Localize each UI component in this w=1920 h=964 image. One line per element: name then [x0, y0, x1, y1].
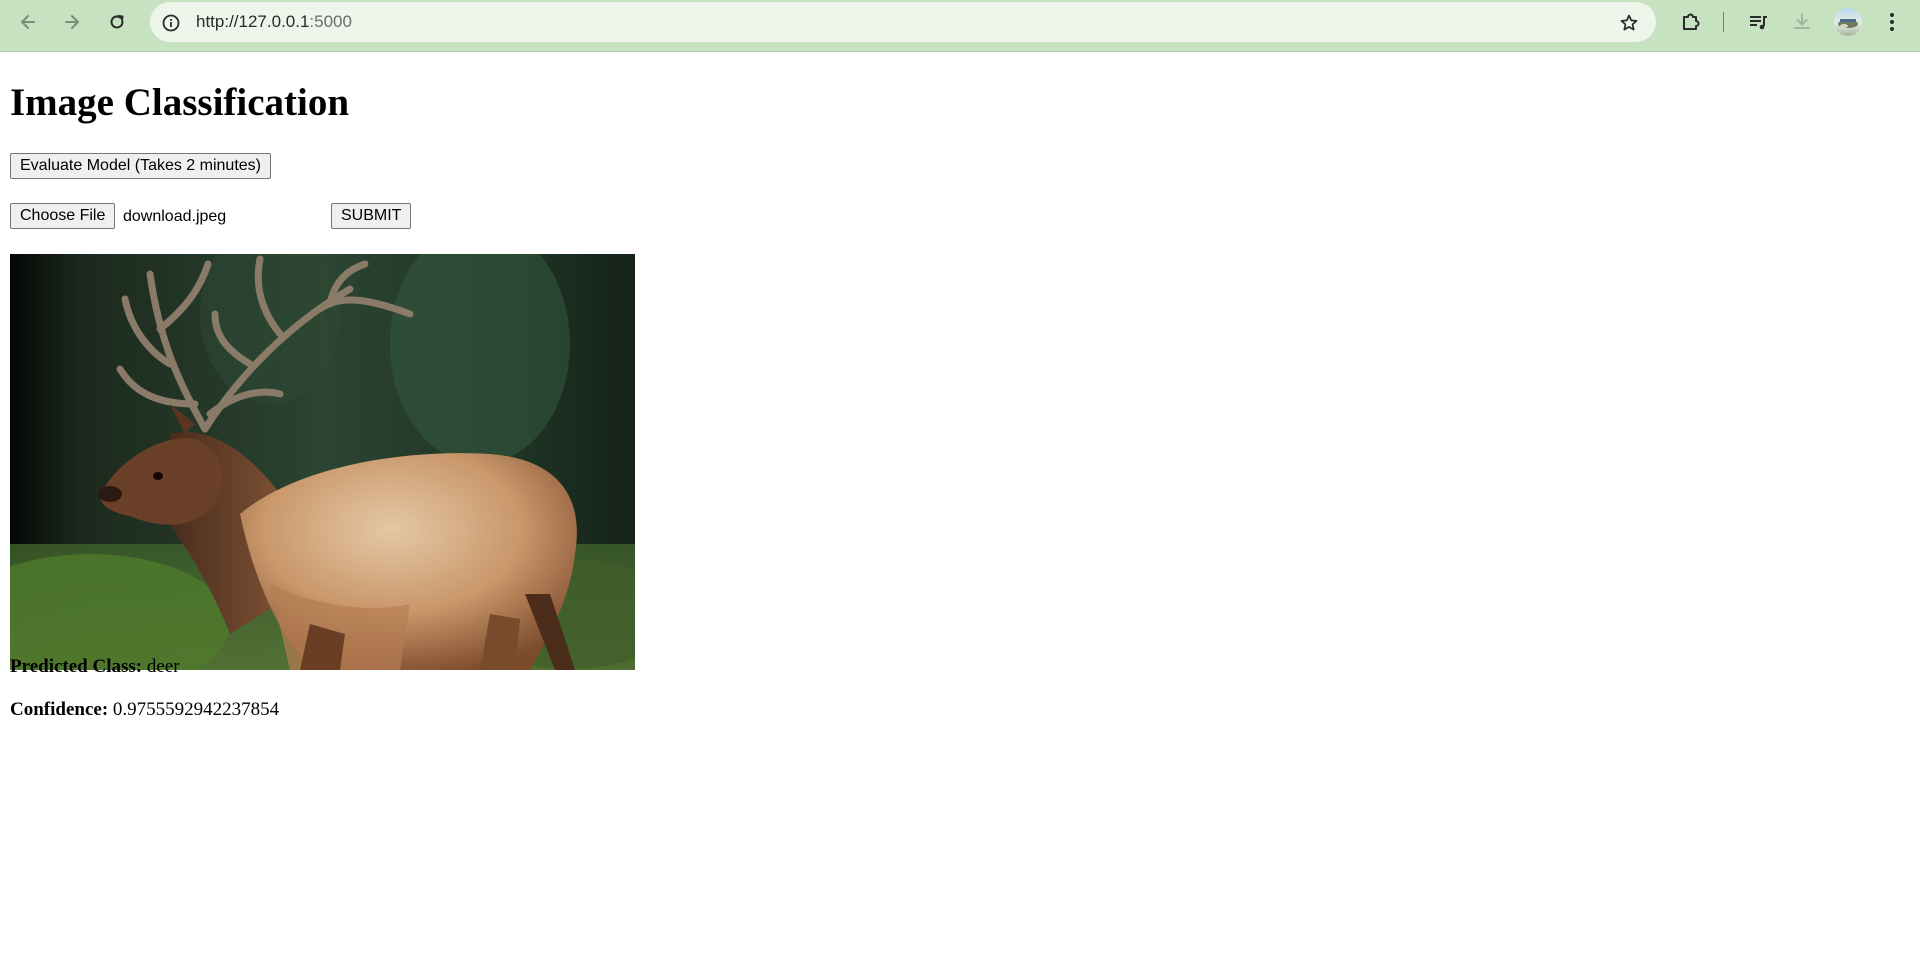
confidence-value: 0.9755592942237854 — [112, 699, 280, 720]
browser-toolbar: http://127.0.0.1:5000 — [0, 0, 1920, 52]
avatar-image — [1838, 19, 1858, 28]
elk-photo — [10, 254, 635, 670]
submit-button[interactable]: SUBMIT — [331, 203, 412, 229]
bookmark-button[interactable] — [1616, 10, 1642, 36]
avatar[interactable] — [1834, 8, 1862, 36]
url-text[interactable]: http://127.0.0.1:5000 — [196, 2, 352, 42]
page-title: Image Classification — [10, 81, 350, 124]
toolbar-divider — [1723, 12, 1724, 32]
media-button[interactable] — [1744, 8, 1772, 36]
arrow-right-icon — [65, 15, 79, 29]
evaluate-model-button[interactable]: Evaluate Model (Takes 2 minutes) — [10, 153, 271, 179]
info-icon — [162, 14, 180, 32]
predicted-class-label: Predicted Class: — [10, 656, 143, 677]
back-button[interactable] — [12, 6, 44, 38]
extensions-button[interactable] — [1677, 8, 1705, 36]
reload-button[interactable] — [101, 6, 133, 38]
confidence-row: Confidence: 0.9755592942237854 — [10, 699, 279, 721]
browser-menu-button[interactable] — [1878, 8, 1906, 36]
choose-file-button[interactable]: Choose File — [10, 203, 116, 229]
url-host: http://127.0.0.1 — [196, 12, 310, 31]
playlist-music-icon — [1750, 16, 1767, 30]
puzzle-icon — [1683, 13, 1700, 30]
reload-icon — [110, 15, 124, 29]
address-bar[interactable]: http://127.0.0.1:5000 — [150, 2, 1656, 42]
downloads-button[interactable] — [1788, 8, 1816, 36]
uploaded-image — [10, 254, 635, 670]
url-port: :5000 — [309, 12, 352, 31]
download-icon — [1794, 13, 1810, 29]
star-icon — [1620, 14, 1638, 31]
predicted-class-value: deer — [146, 656, 180, 677]
kebab-menu-icon — [1890, 13, 1894, 31]
selected-file-name: download.jpeg — [123, 208, 227, 225]
arrow-left-icon — [21, 15, 35, 29]
site-info-button[interactable] — [158, 10, 184, 36]
predicted-class-row: Predicted Class: deer — [10, 656, 180, 678]
confidence-label: Confidence: — [10, 699, 109, 720]
forward-button[interactable] — [56, 6, 88, 38]
